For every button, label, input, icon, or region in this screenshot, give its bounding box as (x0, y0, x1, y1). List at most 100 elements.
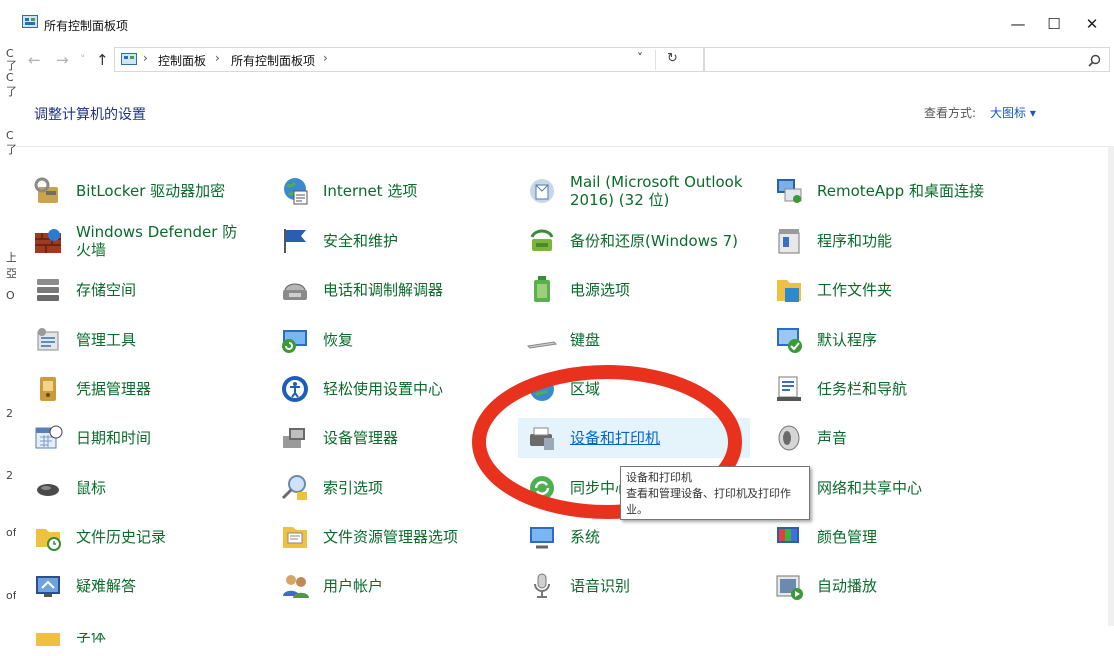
item-label: 网络和共享中心 (817, 479, 923, 497)
control-panel-item[interactable]: 工作文件夹 (765, 270, 997, 310)
search-icon[interactable] (1088, 54, 1101, 67)
control-panel-item[interactable]: 程序和功能 (765, 221, 997, 261)
breadcrumb-control-panel[interactable]: 控制面板 (158, 52, 206, 69)
item-label: RemoteApp 和桌面连接 (817, 182, 984, 200)
recovery-icon (282, 330, 307, 353)
file-history-icon (36, 529, 61, 551)
window-title: 所有控制面板项 (44, 19, 129, 33)
control-panel-item[interactable]: 疑难解答 (24, 566, 256, 606)
control-panel-item[interactable]: 安全和维护 (271, 221, 503, 261)
recent-locations-dropdown[interactable]: ˅ (80, 50, 86, 70)
item-label: 凭据管理器 (76, 380, 152, 398)
storage-spaces-icon (37, 279, 59, 301)
item-label: 默认程序 (817, 331, 878, 349)
control-panel-item[interactable]: Internet 选项 (271, 171, 503, 211)
tooltip-body: 查看和管理设备、打印机及打印作业。 (626, 487, 791, 516)
mouse-icon (37, 484, 59, 496)
control-panel-item[interactable]: 备份和还原(Windows 7) (518, 221, 750, 261)
control-panel-item[interactable]: 颜色管理 (765, 517, 997, 557)
window-bottom-edge (16, 628, 1114, 633)
control-panel-item[interactable]: 键盘 (518, 320, 750, 360)
title-bar: 所有控制面板项 — ☐ ✕ (16, 0, 1114, 46)
troubleshooting-icon (36, 576, 60, 597)
address-dropdown-button[interactable]: ˅ (637, 51, 643, 65)
item-label: 日期和时间 (76, 429, 152, 447)
item-label: 存储空间 (76, 281, 137, 299)
control-panel-item[interactable]: 文件历史记录 (24, 517, 256, 557)
default-programs-icon (777, 328, 802, 353)
control-panel-item[interactable]: Windows Defender 防火墙 (24, 221, 256, 261)
security-maintenance-icon (284, 229, 306, 253)
item-label: Windows Defender 防火墙 (76, 223, 238, 259)
back-button[interactable]: ← (28, 50, 41, 70)
control-panel-item[interactable]: RemoteApp 和桌面连接 (765, 171, 997, 211)
control-panel-item[interactable]: 字体 (24, 616, 256, 656)
refresh-button[interactable]: ↻ (667, 51, 678, 66)
programs-features-icon (778, 229, 800, 254)
item-label: 电源选项 (570, 281, 631, 299)
remoteapp-icon (777, 179, 802, 203)
view-by-dropdown[interactable]: 大图标 ▾ (990, 104, 1036, 121)
ease-of-access-icon (282, 376, 308, 402)
sound-icon (778, 425, 800, 451)
close-button[interactable]: ✕ (1080, 12, 1104, 36)
indexing-options-icon (281, 475, 307, 500)
item-label: 鼠标 (76, 479, 107, 497)
control-panel-item[interactable]: BitLocker 驱动器加密 (24, 171, 256, 211)
control-panel-item[interactable]: 存储空间 (24, 270, 256, 310)
search-input[interactable] (704, 47, 1110, 72)
control-panel-item[interactable]: 电话和调制解调器 (271, 270, 503, 310)
maximize-button[interactable]: ☐ (1042, 12, 1066, 36)
phone-modem-icon (283, 283, 307, 300)
power-options-icon (534, 276, 550, 302)
control-panel-item[interactable]: 电源选项 (518, 270, 750, 310)
item-label: 颜色管理 (817, 528, 878, 546)
item-label: 电话和调制解调器 (323, 281, 444, 299)
item-label: Internet 选项 (323, 182, 418, 200)
item-label: 声音 (817, 429, 848, 447)
backup-restore-icon (530, 229, 554, 251)
user-accounts-icon (283, 575, 309, 598)
control-panel-item[interactable]: 用户帐户 (271, 566, 503, 606)
item-label: 键盘 (570, 331, 601, 349)
color-management-icon (777, 527, 799, 543)
address-divider (655, 50, 656, 70)
item-label: 安全和维护 (323, 232, 399, 250)
control-panel-item[interactable]: 日期和时间 (24, 418, 256, 458)
control-panel-item[interactable]: 语音识别 (518, 566, 750, 606)
control-panel-item[interactable]: 凭据管理器 (24, 369, 256, 409)
control-panel-item[interactable]: Mail (Microsoft Outlook 2016) (32 位) (518, 171, 750, 211)
internet-options-icon (284, 178, 308, 205)
header-divider (16, 146, 1114, 147)
control-panel-item[interactable]: 恢复 (271, 320, 503, 360)
forward-button[interactable]: → (56, 50, 69, 70)
breadcrumb-all-items[interactable]: 所有控制面板项 (231, 52, 315, 69)
device-manager-icon (283, 428, 305, 448)
tooltip: 设备和打印机 查看和管理设备、打印机及打印作业。 (620, 466, 810, 520)
item-label: 疑难解答 (76, 577, 137, 595)
tooltip-title: 设备和打印机 (626, 471, 692, 484)
item-label: 自动播放 (817, 577, 878, 595)
view-by-label: 查看方式: (924, 106, 977, 120)
control-panel-item[interactable]: 管理工具 (24, 320, 256, 360)
item-label: 字体 (76, 627, 107, 645)
up-button[interactable]: ↑ (96, 50, 109, 70)
address-bar[interactable]: › 控制面板 › 所有控制面板项 › ˅ ↻ (114, 47, 704, 72)
item-label: 任务栏和导航 (817, 380, 908, 398)
fonts-icon (36, 628, 60, 646)
control-panel-item[interactable]: 声音 (765, 418, 997, 458)
control-panel-item[interactable]: 自动播放 (765, 566, 997, 606)
vertical-scrollbar[interactable] (1108, 146, 1114, 626)
autoplay-icon (776, 575, 803, 600)
item-label: 文件历史记录 (76, 528, 167, 546)
taskbar-navigation-icon (777, 376, 801, 401)
item-label: Mail (Microsoft Outlook 2016) (32 位) (570, 173, 743, 209)
credential-manager-icon (40, 377, 56, 401)
control-panel-item[interactable]: 任务栏和导航 (765, 369, 997, 409)
control-panel-item[interactable]: 默认程序 (765, 320, 997, 360)
bitlocker-icon (34, 177, 58, 203)
minimize-button[interactable]: — (1006, 12, 1030, 36)
item-label: 管理工具 (76, 331, 137, 349)
mail-icon (530, 179, 554, 203)
control-panel-item[interactable]: 鼠标 (24, 468, 256, 508)
